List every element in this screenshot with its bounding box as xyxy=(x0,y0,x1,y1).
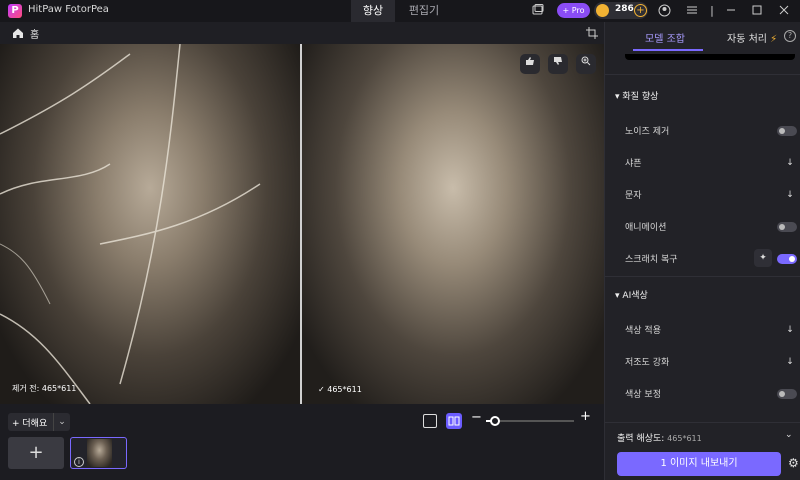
row-color-correct-label: 색상 보정 xyxy=(625,390,661,400)
crop-icon[interactable] xyxy=(586,27,598,39)
thumbnail-image xyxy=(87,439,112,467)
download-icon[interactable]: ↓ xyxy=(785,357,795,367)
output-resolution-value: 465*611 xyxy=(667,434,702,443)
close-icon[interactable] xyxy=(777,4,791,18)
coin-count: 286 xyxy=(615,4,634,14)
gallery-icon[interactable] xyxy=(531,4,545,18)
row-noise-label: 노이즈 제거 xyxy=(625,127,670,137)
title-bar: P HitPaw FotorPea 향상 편집기 + Pro 286 + | xyxy=(0,0,800,22)
coin-balance[interactable]: 286 + xyxy=(594,2,648,19)
lightning-icon: ⚡ xyxy=(770,34,778,45)
thumbs-down-icon[interactable] xyxy=(548,54,568,74)
split-view-icon[interactable] xyxy=(423,414,437,428)
tab-enhance[interactable]: 향상 xyxy=(351,0,395,22)
model-preview-box xyxy=(625,54,795,60)
output-resolution: 출력 해상도: 465*611 xyxy=(617,431,702,444)
row-scratch-label: 스크래치 복구 xyxy=(625,255,678,265)
download-icon[interactable]: ↓ xyxy=(785,190,795,200)
after-size: 465*611 xyxy=(327,385,362,394)
section-quality[interactable]: ▾ 화질 향상 xyxy=(615,89,658,102)
divider xyxy=(605,276,800,277)
thumbs-up-icon[interactable] xyxy=(520,54,540,74)
add-coins-icon[interactable]: + xyxy=(634,4,647,17)
divider xyxy=(605,422,800,423)
color-correct-toggle[interactable] xyxy=(777,389,797,399)
before-image: 제거 전: 465*611 xyxy=(0,44,300,404)
app-logo: P xyxy=(8,4,22,18)
tab-editor[interactable]: 편집기 xyxy=(407,0,441,22)
canvas-toolbar: 홈 xyxy=(0,22,604,44)
divider xyxy=(605,74,800,75)
zoom-out-icon[interactable]: − xyxy=(471,410,482,425)
magic-wand-icon[interactable]: ✦ xyxy=(754,249,772,267)
tab-auto-process[interactable]: 자동 처리 ⚡ xyxy=(727,30,777,45)
account-icon[interactable] xyxy=(657,4,671,18)
chevron-down-icon[interactable]: ⌄ xyxy=(53,413,70,431)
caret-down-icon: ▾ xyxy=(615,291,620,301)
chevron-double-down-icon[interactable]: ⌄ xyxy=(785,430,793,440)
tab-underline xyxy=(633,49,703,51)
menu-icon[interactable] xyxy=(685,4,699,18)
caret-down-icon: ▾ xyxy=(615,92,620,102)
section-quality-title: 화질 향상 xyxy=(622,92,659,102)
pro-badge[interactable]: + Pro xyxy=(557,3,590,18)
section-ai-color[interactable]: ▾ AI색상 xyxy=(615,288,648,301)
scratch-toggle[interactable] xyxy=(777,254,797,264)
output-resolution-label: 출력 해상도: xyxy=(617,434,665,444)
row-color-apply-label: 색상 적용 xyxy=(625,326,661,336)
minimize-icon[interactable] xyxy=(724,4,738,18)
section-ai-color-title: AI색상 xyxy=(622,291,648,301)
coin-icon xyxy=(596,4,609,17)
separator-icon: | xyxy=(710,4,714,17)
row-animation-label: 애니메이션 xyxy=(625,223,667,233)
after-image: ✓ 465*611 xyxy=(302,44,604,404)
row-text-label: 문자 xyxy=(625,191,642,201)
row-lowlight-label: 저조도 강화 xyxy=(625,358,670,368)
row-sharpen-label: 샤픈 xyxy=(625,159,642,169)
maximize-icon[interactable] xyxy=(750,4,764,18)
zoom-in-icon[interactable]: + xyxy=(580,409,591,424)
side-by-side-icon[interactable] xyxy=(446,413,462,429)
after-label: ✓ 465*611 xyxy=(318,385,362,394)
noise-toggle[interactable] xyxy=(777,126,797,136)
home-label[interactable]: 홈 xyxy=(30,26,39,41)
add-button-label: + 더해요 xyxy=(12,419,48,429)
zoom-slider-knob[interactable] xyxy=(489,416,500,426)
before-label: 제거 전: 465*611 xyxy=(12,384,77,393)
add-image-button[interactable]: + xyxy=(8,437,64,469)
tab-model-combo[interactable]: 모델 조합 xyxy=(645,30,685,45)
settings-panel: 모델 조합 자동 처리 ⚡ ? ▾ 화질 향상 노이즈 제거 샤픈 ↓ 문자 ↓… xyxy=(604,22,800,480)
info-icon[interactable]: i xyxy=(74,457,84,467)
download-icon[interactable]: ↓ xyxy=(785,325,795,335)
export-button[interactable]: 1 이미지 내보내기 xyxy=(617,452,781,476)
add-button[interactable]: + 더해요 ⌄ xyxy=(8,413,70,431)
app-title: HitPaw FotorPea xyxy=(28,4,109,15)
download-icon[interactable]: ↓ xyxy=(785,158,795,168)
help-icon[interactable]: ? xyxy=(784,30,796,42)
animation-toggle[interactable] xyxy=(777,222,797,232)
gear-icon[interactable]: ⚙ xyxy=(788,456,799,470)
tab-auto-process-label: 자동 처리 xyxy=(727,34,767,45)
home-icon[interactable] xyxy=(12,27,24,39)
image-thumbnail[interactable]: i xyxy=(70,437,127,469)
zoom-icon[interactable] xyxy=(576,54,596,74)
